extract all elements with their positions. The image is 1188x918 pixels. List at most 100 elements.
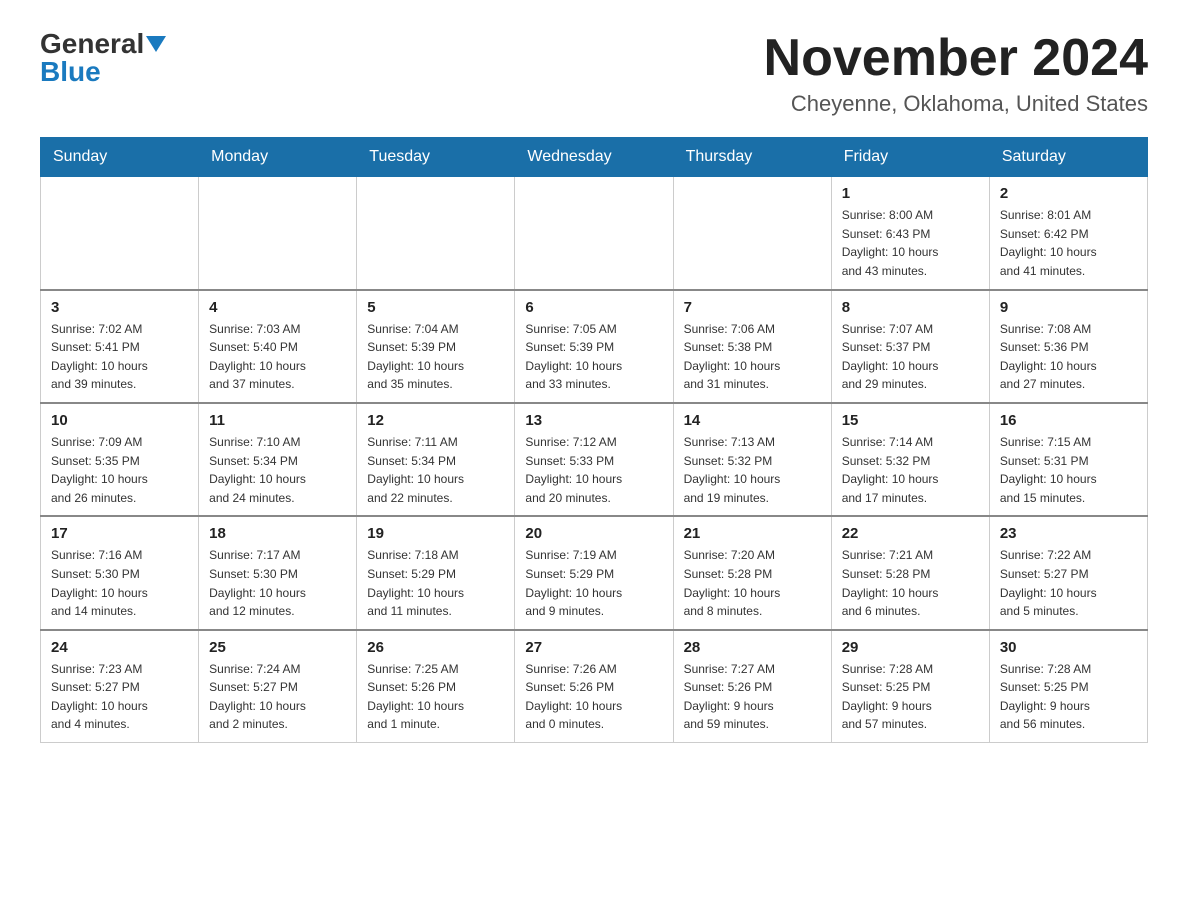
day-number: 8 — [842, 299, 979, 316]
calendar-cell: 27 Sunrise: 7:26 AM Sunset: 5:26 PM Dayli… — [515, 630, 673, 743]
day-info: Sunrise: 7:28 AM Sunset: 5:25 PM Dayligh… — [842, 660, 979, 734]
calendar-cell: 13 Sunrise: 7:12 AM Sunset: 5:33 PM Dayli… — [515, 403, 673, 516]
day-info: Sunrise: 7:11 AM Sunset: 5:34 PM Dayligh… — [367, 433, 504, 507]
day-number: 3 — [51, 299, 188, 316]
day-info: Sunrise: 7:04 AM Sunset: 5:39 PM Dayligh… — [367, 320, 504, 394]
logo-general-text: General — [40, 30, 144, 58]
day-header-tuesday: Tuesday — [357, 138, 515, 177]
day-info: Sunrise: 8:01 AM Sunset: 6:42 PM Dayligh… — [1000, 206, 1137, 280]
calendar-cell: 2 Sunrise: 8:01 AM Sunset: 6:42 PM Daylig… — [989, 177, 1147, 290]
calendar-cell — [41, 177, 199, 290]
day-number: 23 — [1000, 525, 1137, 542]
day-number: 15 — [842, 412, 979, 429]
calendar-cell: 8 Sunrise: 7:07 AM Sunset: 5:37 PM Daylig… — [831, 290, 989, 403]
calendar-cell: 28 Sunrise: 7:27 AM Sunset: 5:26 PM Dayli… — [673, 630, 831, 743]
calendar-cell: 7Sunrise: 7:06 AM Sunset: 5:38 PM Daylig… — [673, 290, 831, 403]
day-number: 17 — [51, 525, 188, 542]
day-number: 19 — [367, 525, 504, 542]
day-number: 1 — [842, 185, 979, 202]
calendar-cell: 12 Sunrise: 7:11 AM Sunset: 5:34 PM Dayli… — [357, 403, 515, 516]
day-info: Sunrise: 7:22 AM Sunset: 5:27 PM Dayligh… — [1000, 546, 1137, 620]
calendar-cell: 22 Sunrise: 7:21 AM Sunset: 5:28 PM Dayli… — [831, 516, 989, 629]
day-number: 4 — [209, 299, 346, 316]
day-info: Sunrise: 7:23 AM Sunset: 5:27 PM Dayligh… — [51, 660, 188, 734]
day-number: 24 — [51, 639, 188, 656]
day-info: Sunrise: 7:15 AM Sunset: 5:31 PM Dayligh… — [1000, 433, 1137, 507]
calendar-cell: 19Sunrise: 7:18 AM Sunset: 5:29 PM Dayli… — [357, 516, 515, 629]
day-info: Sunrise: 7:28 AM Sunset: 5:25 PM Dayligh… — [1000, 660, 1137, 734]
logo-blue-text: Blue — [40, 58, 101, 86]
calendar-cell: 9Sunrise: 7:08 AM Sunset: 5:36 PM Daylig… — [989, 290, 1147, 403]
calendar-cell: 29 Sunrise: 7:28 AM Sunset: 5:25 PM Dayli… — [831, 630, 989, 743]
day-info: Sunrise: 7:26 AM Sunset: 5:26 PM Dayligh… — [525, 660, 662, 734]
day-header-monday: Monday — [199, 138, 357, 177]
calendar-cell: 5 Sunrise: 7:04 AM Sunset: 5:39 PM Daylig… — [357, 290, 515, 403]
day-number: 22 — [842, 525, 979, 542]
day-info: Sunrise: 7:27 AM Sunset: 5:26 PM Dayligh… — [684, 660, 821, 734]
day-number: 28 — [684, 639, 821, 656]
day-info: Sunrise: 7:03 AM Sunset: 5:40 PM Dayligh… — [209, 320, 346, 394]
day-info: Sunrise: 7:05 AM Sunset: 5:39 PM Dayligh… — [525, 320, 662, 394]
calendar-cell: 30 Sunrise: 7:28 AM Sunset: 5:25 PM Dayli… — [989, 630, 1147, 743]
day-number: 27 — [525, 639, 662, 656]
day-info: Sunrise: 7:02 AM Sunset: 5:41 PM Dayligh… — [51, 320, 188, 394]
logo: General Blue — [40, 30, 166, 86]
day-number: 16 — [1000, 412, 1137, 429]
calendar-cell: 3 Sunrise: 7:02 AM Sunset: 5:41 PM Daylig… — [41, 290, 199, 403]
calendar-cell: 14Sunrise: 7:13 AM Sunset: 5:32 PM Dayli… — [673, 403, 831, 516]
day-number: 5 — [367, 299, 504, 316]
day-number: 26 — [367, 639, 504, 656]
calendar-cell — [357, 177, 515, 290]
week-row-4: 17 Sunrise: 7:16 AM Sunset: 5:30 PM Dayli… — [41, 516, 1148, 629]
day-info: Sunrise: 7:17 AM Sunset: 5:30 PM Dayligh… — [209, 546, 346, 620]
day-header-friday: Friday — [831, 138, 989, 177]
day-number: 10 — [51, 412, 188, 429]
day-info: Sunrise: 7:24 AM Sunset: 5:27 PM Dayligh… — [209, 660, 346, 734]
calendar-cell: 16 Sunrise: 7:15 AM Sunset: 5:31 PM Dayli… — [989, 403, 1147, 516]
day-info: Sunrise: 7:16 AM Sunset: 5:30 PM Dayligh… — [51, 546, 188, 620]
calendar-cell: 21 Sunrise: 7:20 AM Sunset: 5:28 PM Dayli… — [673, 516, 831, 629]
day-number: 30 — [1000, 639, 1137, 656]
day-number: 14 — [684, 412, 821, 429]
calendar-cell: 15Sunrise: 7:14 AM Sunset: 5:32 PM Dayli… — [831, 403, 989, 516]
calendar-cell: 23 Sunrise: 7:22 AM Sunset: 5:27 PM Dayli… — [989, 516, 1147, 629]
day-info: Sunrise: 7:19 AM Sunset: 5:29 PM Dayligh… — [525, 546, 662, 620]
day-number: 18 — [209, 525, 346, 542]
logo-triangle-icon — [146, 36, 166, 52]
day-info: Sunrise: 7:06 AM Sunset: 5:38 PM Dayligh… — [684, 320, 821, 394]
calendar-cell: 26 Sunrise: 7:25 AM Sunset: 5:26 PM Dayli… — [357, 630, 515, 743]
day-number: 25 — [209, 639, 346, 656]
calendar-cell — [673, 177, 831, 290]
calendar-cell: 1 Sunrise: 8:00 AM Sunset: 6:43 PM Daylig… — [831, 177, 989, 290]
calendar-cell: 18 Sunrise: 7:17 AM Sunset: 5:30 PM Dayli… — [199, 516, 357, 629]
day-number: 12 — [367, 412, 504, 429]
day-info: Sunrise: 7:07 AM Sunset: 5:37 PM Dayligh… — [842, 320, 979, 394]
day-header-saturday: Saturday — [989, 138, 1147, 177]
day-info: Sunrise: 7:25 AM Sunset: 5:26 PM Dayligh… — [367, 660, 504, 734]
day-info: Sunrise: 8:00 AM Sunset: 6:43 PM Dayligh… — [842, 206, 979, 280]
title-area: November 2024 Cheyenne, Oklahoma, United… — [764, 30, 1148, 117]
day-number: 13 — [525, 412, 662, 429]
page-header: General Blue November 2024 Cheyenne, Okl… — [40, 30, 1148, 117]
calendar-cell: 6Sunrise: 7:05 AM Sunset: 5:39 PM Daylig… — [515, 290, 673, 403]
location-title: Cheyenne, Oklahoma, United States — [764, 91, 1148, 117]
day-headers-row: SundayMondayTuesdayWednesdayThursdayFrid… — [41, 138, 1148, 177]
day-info: Sunrise: 7:12 AM Sunset: 5:33 PM Dayligh… — [525, 433, 662, 507]
week-row-3: 10 Sunrise: 7:09 AM Sunset: 5:35 PM Dayli… — [41, 403, 1148, 516]
day-header-sunday: Sunday — [41, 138, 199, 177]
day-info: Sunrise: 7:20 AM Sunset: 5:28 PM Dayligh… — [684, 546, 821, 620]
day-number: 29 — [842, 639, 979, 656]
day-info: Sunrise: 7:21 AM Sunset: 5:28 PM Dayligh… — [842, 546, 979, 620]
day-info: Sunrise: 7:08 AM Sunset: 5:36 PM Dayligh… — [1000, 320, 1137, 394]
week-row-5: 24 Sunrise: 7:23 AM Sunset: 5:27 PM Dayli… — [41, 630, 1148, 743]
day-info: Sunrise: 7:10 AM Sunset: 5:34 PM Dayligh… — [209, 433, 346, 507]
calendar-cell: 25 Sunrise: 7:24 AM Sunset: 5:27 PM Dayli… — [199, 630, 357, 743]
day-info: Sunrise: 7:09 AM Sunset: 5:35 PM Dayligh… — [51, 433, 188, 507]
calendar-cell: 11Sunrise: 7:10 AM Sunset: 5:34 PM Dayli… — [199, 403, 357, 516]
month-title: November 2024 — [764, 30, 1148, 87]
calendar-cell: 24 Sunrise: 7:23 AM Sunset: 5:27 PM Dayli… — [41, 630, 199, 743]
week-row-1: 1 Sunrise: 8:00 AM Sunset: 6:43 PM Daylig… — [41, 177, 1148, 290]
calendar-table: SundayMondayTuesdayWednesdayThursdayFrid… — [40, 137, 1148, 743]
day-number: 2 — [1000, 185, 1137, 202]
day-number: 21 — [684, 525, 821, 542]
